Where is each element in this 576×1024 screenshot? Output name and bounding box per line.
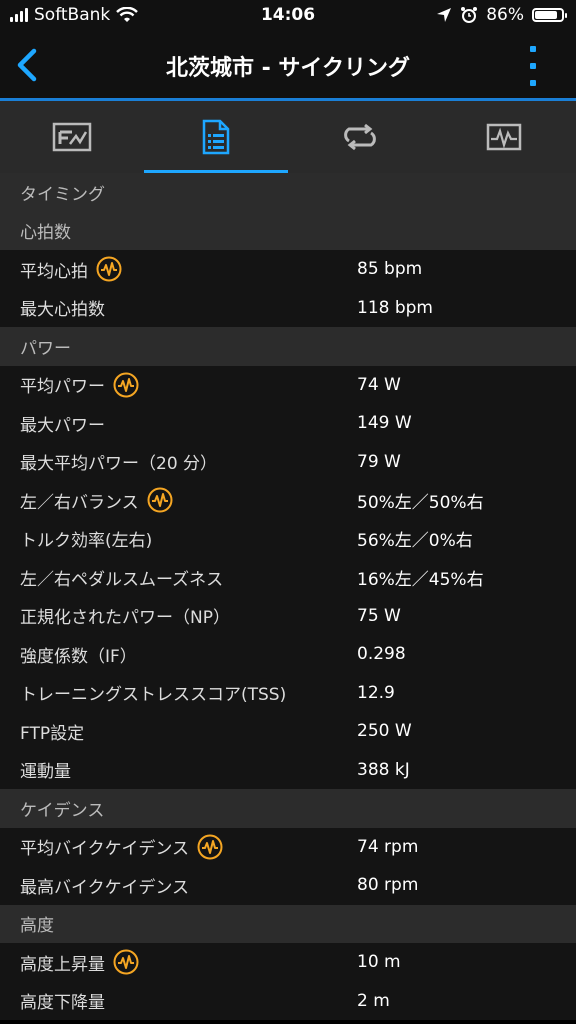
metric-label: 正規化されたパワー（NP） bbox=[20, 608, 230, 629]
metric-label: 平均パワー bbox=[20, 377, 105, 398]
metric-label: 左／右バランス bbox=[20, 492, 139, 513]
metric-value: 388 kJ bbox=[357, 759, 410, 780]
chart-link-icon[interactable] bbox=[113, 949, 139, 975]
details-list[interactable]: タイミング心拍数平均心拍 85 bpm 最大心拍数 118 bpm パワー平均パワー 74… bbox=[0, 173, 576, 1020]
metric-value: 50%左／50%右 bbox=[357, 492, 484, 513]
metric-value: 56%左／0%右 bbox=[357, 531, 473, 552]
metric-value: 85 bpm bbox=[357, 259, 423, 280]
alarm-icon bbox=[461, 7, 478, 23]
metric-label: 最大パワー bbox=[20, 415, 105, 436]
metric-label: 高度下降量 bbox=[20, 993, 105, 1014]
status-bar: SoftBank 14:06 86% bbox=[0, 0, 576, 32]
section-header: ケイデンス bbox=[0, 789, 576, 828]
tab-summary[interactable] bbox=[0, 101, 144, 173]
summary-chart-icon bbox=[52, 122, 92, 152]
metric-label: 左／右ペダルスムーズネス bbox=[20, 569, 224, 590]
list-item: FTP設定 250 W bbox=[0, 712, 576, 751]
tab-charts[interactable] bbox=[432, 101, 576, 173]
list-item: 最大平均パワー（20 分） 79 W bbox=[0, 442, 576, 481]
list-item: 左／右ペダルスムーズネス 16%左／45%右 bbox=[0, 558, 576, 597]
metric-value: 250 W bbox=[357, 721, 412, 742]
list-item: 高度下降量 2 m bbox=[0, 981, 576, 1020]
metric-value: 0.298 bbox=[357, 644, 406, 665]
chart-link-icon[interactable] bbox=[113, 372, 139, 398]
list-item: 平均パワー 74 W bbox=[0, 365, 576, 404]
metric-label: トレーニングストレススコア(TSS) bbox=[20, 685, 287, 706]
section-header: 高度 bbox=[0, 904, 576, 943]
metric-value: 16%左／45%右 bbox=[357, 569, 484, 590]
laps-loop-icon bbox=[344, 123, 376, 151]
metric-label: 高度上昇量 bbox=[20, 954, 105, 975]
section-header: タイミング bbox=[0, 173, 576, 212]
list-item: 最大心拍数 118 bpm bbox=[0, 288, 576, 327]
metric-value: 149 W bbox=[357, 413, 412, 434]
graph-icon bbox=[486, 123, 522, 151]
list-item: トルク効率(左右) 56%左／0%右 bbox=[0, 519, 576, 558]
more-menu-icon[interactable] bbox=[528, 46, 538, 86]
metric-value: 12.9 bbox=[357, 682, 395, 703]
metric-label: 強度係数（IF） bbox=[20, 646, 137, 667]
metric-value: 118 bpm bbox=[357, 297, 433, 318]
page-title: 北茨城市 - サイクリング bbox=[165, 56, 410, 81]
metric-value: 10 m bbox=[357, 952, 401, 973]
metric-label: 平均バイクケイデンス bbox=[20, 839, 189, 860]
metric-value: 2 m bbox=[357, 990, 390, 1011]
nav-bar: 北茨城市 - サイクリング bbox=[0, 32, 576, 98]
list-item: 左／右バランス 50%左／50%右 bbox=[0, 481, 576, 520]
chart-link-icon[interactable] bbox=[96, 256, 122, 282]
metric-label: 最大心拍数 bbox=[20, 300, 105, 321]
battery-percent: 86% bbox=[486, 5, 524, 25]
section-header-label: パワー bbox=[20, 338, 71, 359]
metric-label: 最高バイクケイデンス bbox=[20, 877, 189, 898]
section-header: 心拍数 bbox=[0, 211, 576, 250]
metric-label: 最大平均パワー（20 分） bbox=[20, 454, 218, 475]
list-item: 平均バイクケイデンス 74 rpm bbox=[0, 827, 576, 866]
list-item: 運動量 388 kJ bbox=[0, 750, 576, 789]
metric-value: 79 W bbox=[357, 451, 401, 472]
tab-details[interactable] bbox=[144, 101, 288, 173]
list-item: 強度係数（IF） 0.298 bbox=[0, 635, 576, 674]
tab-laps[interactable] bbox=[288, 101, 432, 173]
list-item: 平均心拍 85 bpm bbox=[0, 250, 576, 289]
metric-label: FTP設定 bbox=[20, 723, 85, 744]
list-item: 高度上昇量 10 m bbox=[0, 943, 576, 982]
section-header-label: ケイデンス bbox=[20, 800, 105, 821]
location-icon bbox=[437, 8, 452, 22]
back-chevron-icon[interactable] bbox=[10, 45, 44, 85]
list-item: 最高バイクケイデンス 80 rpm bbox=[0, 866, 576, 905]
metric-value: 80 rpm bbox=[357, 875, 419, 896]
metric-value: 74 W bbox=[357, 374, 401, 395]
section-header-label: 心拍数 bbox=[20, 223, 71, 244]
chart-link-icon[interactable] bbox=[147, 487, 173, 513]
battery-icon bbox=[532, 8, 567, 22]
metric-label: 平均心拍 bbox=[20, 261, 88, 282]
list-item: 最大パワー 149 W bbox=[0, 404, 576, 443]
section-header: パワー bbox=[0, 327, 576, 366]
details-list-icon bbox=[202, 119, 230, 155]
metric-value: 74 rpm bbox=[357, 836, 419, 857]
metric-label: トルク効率(左右) bbox=[20, 531, 153, 552]
chart-link-icon[interactable] bbox=[197, 834, 223, 860]
tab-bar bbox=[0, 101, 576, 173]
section-header-label: タイミング bbox=[20, 184, 105, 205]
list-item: 正規化されたパワー（NP） 75 W bbox=[0, 596, 576, 635]
metric-value: 75 W bbox=[357, 605, 401, 626]
list-item: トレーニングストレススコア(TSS) 12.9 bbox=[0, 673, 576, 712]
section-header-label: 高度 bbox=[20, 916, 54, 937]
metric-label: 運動量 bbox=[20, 762, 71, 783]
